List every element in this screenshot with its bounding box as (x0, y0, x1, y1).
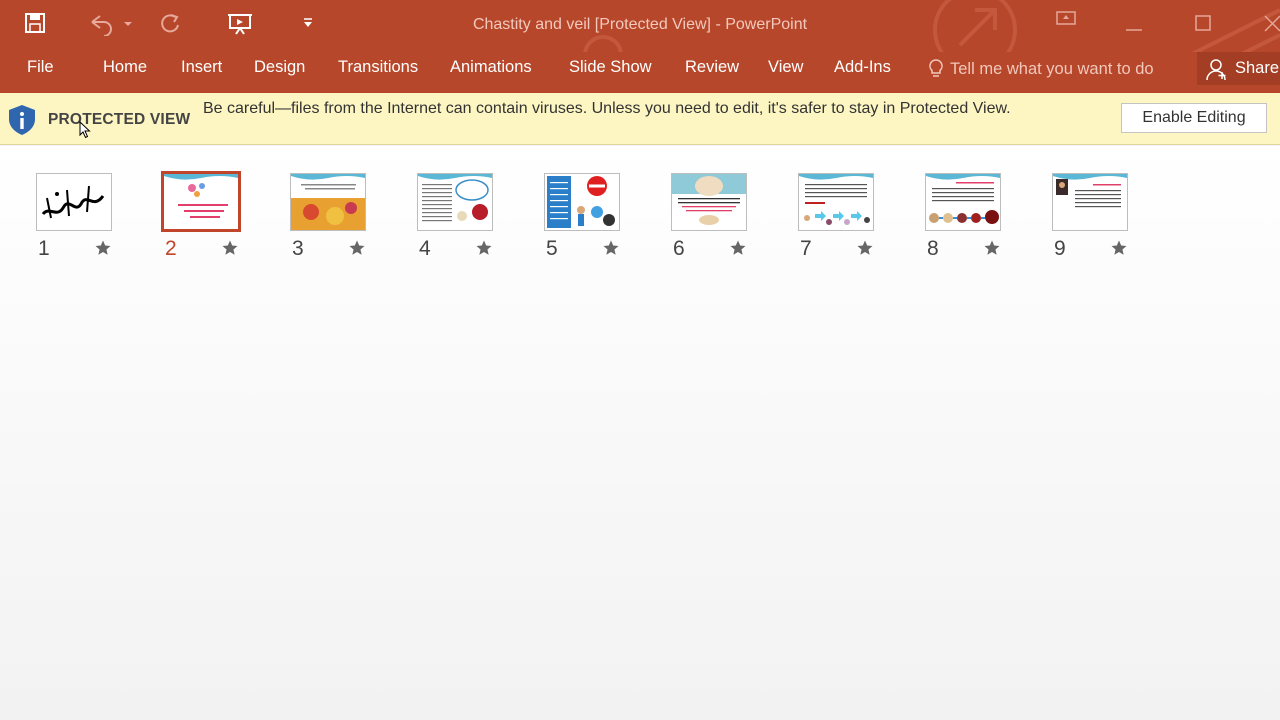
tab-home[interactable]: Home (103, 58, 147, 77)
enable-editing-button[interactable]: Enable Editing (1121, 103, 1267, 133)
protected-view-bar: PROTECTED VIEW Be careful—files from the… (0, 93, 1280, 145)
slide-thumb-image (36, 173, 112, 231)
slide-content-image (291, 174, 365, 230)
slide-number: 7 (800, 237, 812, 260)
animation-star-icon (857, 240, 873, 255)
slide-number: 6 (673, 237, 685, 260)
close-icon (1264, 15, 1280, 32)
slide-thumbnail-8[interactable]: 8 (925, 173, 1001, 263)
minimize-icon (1126, 29, 1142, 31)
tab-slide-show[interactable]: Slide Show (569, 58, 652, 77)
slide-number: 1 (38, 237, 50, 260)
slide-thumbnail-1[interactable]: 1 (36, 173, 112, 263)
slide-content-image (418, 174, 492, 222)
slide-thumbnail-9[interactable]: 9 (1052, 173, 1128, 263)
slide-thumb-image (1052, 173, 1128, 231)
slide-number: 5 (546, 237, 558, 260)
shield-info-icon (9, 105, 35, 135)
slide-number: 2 (165, 237, 177, 260)
tab-file[interactable]: File (27, 58, 54, 77)
share-label: Share (1235, 59, 1280, 77)
person-icon (1206, 58, 1226, 80)
slide-content-image (799, 174, 873, 225)
maximize-button[interactable] (1194, 14, 1212, 37)
slide-thumb-image (290, 173, 366, 231)
tab-design[interactable]: Design (254, 58, 305, 77)
close-button[interactable] (1263, 14, 1280, 37)
ribbon-display-icon (1056, 11, 1076, 25)
slide-content-image (1053, 174, 1127, 208)
slide-number: 4 (419, 237, 431, 260)
tell-me-text: Tell me what you want to do (950, 59, 1154, 78)
tab-add-ins[interactable]: Add-Ins (834, 58, 891, 77)
animation-star-icon (984, 240, 1000, 255)
slide-content-image (164, 174, 238, 218)
maximize-icon (1195, 15, 1211, 31)
tab-review[interactable]: Review (685, 58, 739, 77)
slide-content-image (547, 176, 615, 228)
tab-transitions[interactable]: Transitions (338, 58, 418, 77)
protected-view-message: Be careful—files from the Internet can c… (203, 100, 1011, 117)
slide-thumbnail-2[interactable]: 2 (161, 171, 241, 263)
animation-star-icon (349, 240, 365, 255)
animation-star-icon (1111, 240, 1127, 255)
slide-sorter: 1 2 3 4 5 6 7 8 9 (0, 146, 1280, 720)
protected-view-label: PROTECTED VIEW (48, 111, 191, 128)
lightbulb-icon (929, 59, 943, 77)
mouse-cursor-icon (79, 121, 91, 139)
slide-number: 3 (292, 237, 304, 260)
slide-content-image (672, 174, 746, 225)
tell-me-box[interactable]: Tell me what you want to do (928, 58, 1154, 80)
slide-thumbnail-4[interactable]: 4 (417, 173, 493, 263)
slide-thumb-image (544, 173, 620, 231)
title-bar: Chastity and veil [Protected View] - Pow… (0, 0, 1280, 52)
slide-thumb-image (925, 173, 1001, 231)
slide-thumbnail-7[interactable]: 7 (798, 173, 874, 263)
slide-number: 9 (1054, 237, 1066, 260)
ribbon-tabs: File Home Insert Design Transitions Anim… (0, 52, 1280, 93)
tab-view[interactable]: View (768, 58, 803, 77)
slide-thumbnail-5[interactable]: 5 (544, 173, 620, 263)
tab-insert[interactable]: Insert (181, 58, 222, 77)
share-button[interactable]: Share (1197, 52, 1280, 85)
animation-star-icon (603, 240, 619, 255)
tab-animations[interactable]: Animations (450, 58, 532, 77)
slide-thumb-image (671, 173, 747, 231)
ribbon-display-options-button[interactable] (1056, 10, 1076, 31)
slide-thumb-image (161, 171, 241, 232)
slide-content-image (926, 174, 1000, 224)
minimize-button[interactable] (1125, 22, 1143, 40)
slide-number: 8 (927, 237, 939, 260)
animation-star-icon (95, 240, 111, 255)
animation-star-icon (730, 240, 746, 255)
window-title: Chastity and veil [Protected View] - Pow… (472, 16, 808, 33)
slide-thumb-image (417, 173, 493, 231)
slide-thumb-image (798, 173, 874, 231)
calligraphy-image (41, 185, 105, 219)
animation-star-icon (222, 240, 238, 255)
slide-thumbnail-6[interactable]: 6 (671, 173, 747, 263)
animation-star-icon (476, 240, 492, 255)
slide-thumbnail-3[interactable]: 3 (290, 173, 366, 263)
